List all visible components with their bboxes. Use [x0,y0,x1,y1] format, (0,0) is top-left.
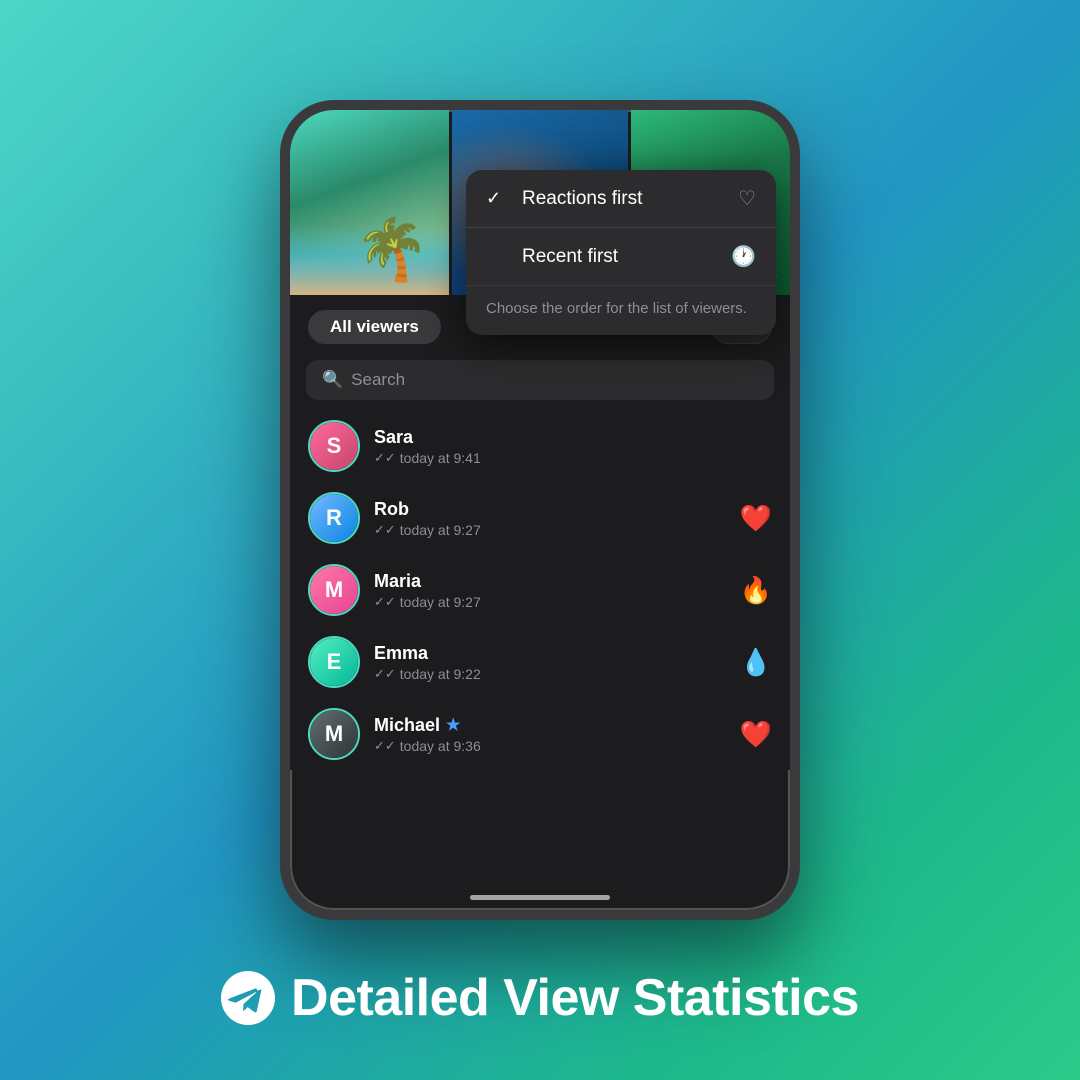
viewer-name: Emma [374,643,726,664]
read-check-icon: ✓✓ [374,594,396,610]
avatar-rob: R [310,494,358,542]
viewer-name: Michael ★ [374,715,726,736]
avatar: M [308,564,360,616]
search-icon: 🔍 [322,370,343,390]
viewer-info: Sara ✓✓ today at 9:41 [374,427,772,466]
viewer-time: ✓✓ today at 9:22 [374,666,726,682]
viewer-info: Emma ✓✓ today at 9:22 [374,643,726,682]
viewer-name: Rob [374,499,726,520]
avatar: S [308,420,360,472]
viewer-name: Maria [374,571,726,592]
viewer-time: ✓✓ today at 9:27 [374,594,726,610]
read-check-icon: ✓✓ [374,450,396,466]
viewers-list: S Sara ✓✓ today at 9:41 R [290,410,790,770]
avatar-emma: E [310,638,358,686]
reactions-first-option[interactable]: ✓ Reactions first ♡ [466,170,776,228]
read-check-icon: ✓✓ [374,666,396,682]
bottom-title: Detailed View Statistics [291,968,859,1028]
avatar: M [308,708,360,760]
search-bar[interactable]: 🔍 Search [306,360,774,400]
viewer-row: R Rob ✓✓ today at 9:27 ❤️ [290,482,790,554]
sort-dropdown: ✓ Reactions first ♡ Recent first 🕐 Choos… [466,170,776,335]
viewer-info: Michael ★ ✓✓ today at 9:36 [374,715,726,754]
phone-home-indicator [470,895,610,900]
avatar: E [308,636,360,688]
read-check-icon: ✓✓ [374,522,396,538]
viewer-name: Sara [374,427,772,448]
dropdown-tooltip: Choose the order for the list of viewers… [466,285,776,335]
bottom-section: Detailed View Statistics [0,968,1080,1028]
viewer-row: M Michael ★ ✓✓ today at 9:36 ❤️ [290,698,790,770]
viewer-time: ✓✓ today at 9:27 [374,522,726,538]
read-check-icon: ✓✓ [374,738,396,754]
clock-icon: 🕐 [731,244,756,269]
viewer-info: Maria ✓✓ today at 9:27 [374,571,726,610]
premium-star-icon: ★ [446,715,460,735]
viewer-info: Rob ✓✓ today at 9:27 [374,499,726,538]
viewer-row: S Sara ✓✓ today at 9:41 [290,410,790,482]
search-placeholder: Search [351,370,405,390]
avatar-maria: M [310,566,358,614]
reaction-emoji: 🔥 [740,575,772,606]
avatar-sara: S [310,422,358,470]
palm-tree-icon: 🌴 [355,214,430,285]
heart-icon: ♡ [738,186,756,211]
reactions-first-label: Reactions first [522,188,724,210]
beach-image: 🌴 [290,110,449,295]
avatar: R [308,492,360,544]
page-wrapper: 🌴 👁 346 🤍 48 ⛵ [0,0,1080,1080]
viewer-row: E Emma ✓✓ today at 9:22 💧 [290,626,790,698]
avatar-michael: M [310,710,358,758]
viewer-time: ✓✓ today at 9:36 [374,738,726,754]
telegram-logo-icon [221,971,275,1025]
recent-first-option[interactable]: Recent first 🕐 [466,228,776,285]
viewers-panel: All viewers Contacts ♡ ∨ 🔍 Search S [290,295,790,770]
viewer-row: M Maria ✓✓ today at 9:27 🔥 [290,554,790,626]
viewer-time: ✓✓ today at 9:41 [374,450,772,466]
check-icon: ✓ [486,188,508,209]
reaction-emoji: ❤️ [740,719,772,750]
tab-all-viewers[interactable]: All viewers [308,310,441,344]
recent-first-label: Recent first [522,246,717,268]
reaction-emoji: 💧 [740,647,772,678]
phone-frame: 🌴 👁 346 🤍 48 ⛵ [280,100,800,920]
reaction-emoji: ❤️ [740,503,772,534]
